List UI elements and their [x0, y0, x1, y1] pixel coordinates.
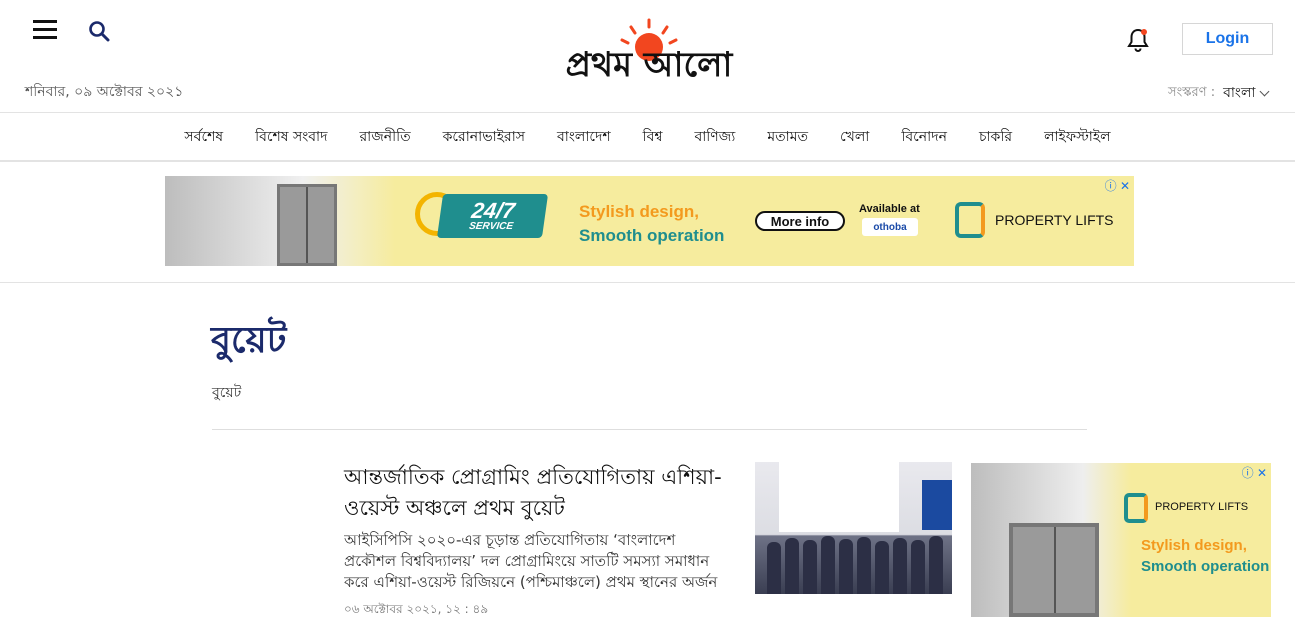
ad-lift-image [165, 176, 395, 266]
photo-person [857, 537, 871, 594]
ad-lift-image [971, 463, 1131, 617]
photo-person [785, 538, 799, 594]
top-ad-section: 24/7 SERVICE Stylish design, Smooth oper… [0, 162, 1295, 283]
photo-person [821, 536, 835, 594]
story-timestamp: ০৬ অক্টোবর ২০২১, ১২ : ৪৯ [344, 602, 489, 616]
nav-item-business[interactable]: বাণিজ্য [694, 125, 735, 149]
hamburger-menu-icon[interactable] [33, 20, 57, 40]
page-subtitle: বুয়েট [212, 385, 242, 401]
ad-brand-name: PROPERTY LIFTS [995, 212, 1114, 228]
section-divider [212, 429, 1087, 430]
page-title: বুয়েট [211, 320, 287, 361]
ad-available-at: Available at [859, 203, 920, 215]
search-icon[interactable] [88, 20, 110, 42]
top-ad-banner[interactable]: 24/7 SERVICE Stylish design, Smooth oper… [165, 176, 1134, 266]
nav-item-opinion[interactable]: মতামত [767, 125, 808, 149]
edition-value[interactable]: বাংলা [1223, 81, 1255, 105]
chevron-down-icon[interactable] [1260, 86, 1270, 96]
ad-close-icon[interactable]: ⓘ ✕ [1242, 464, 1267, 481]
property-lifts-logo-icon [1124, 493, 1148, 523]
side-ad-slogan: Stylish design, Smooth operation [1141, 535, 1269, 577]
ad-slogan-line1: Stylish design, [579, 202, 699, 221]
ad-close-icon[interactable]: ⓘ ✕ [1105, 177, 1130, 194]
logo-text: প্রথম আলো [566, 45, 734, 82]
story-summary: আইসিপিসি ২০২০-এর চূড়ান্ত প্রতিযোগিতায় … [344, 531, 718, 591]
photo-person [929, 536, 943, 594]
property-lifts-logo-icon [955, 202, 985, 238]
nav-item-latest[interactable]: সর্বশেষ [184, 125, 223, 149]
side-ad-brand-name: PROPERTY LIFTS [1155, 501, 1249, 513]
ad-247-sub: SERVICE [468, 221, 514, 232]
notification-bell-icon[interactable] [1126, 27, 1150, 53]
photo-backdrop [922, 480, 952, 530]
side-ad-slogan-line1: Stylish design, [1141, 537, 1247, 554]
nav-item-special[interactable]: বিশেষ সংবাদ [255, 125, 327, 149]
side-ad-slogan-line2: Smooth operation [1141, 558, 1270, 575]
nav-item-world[interactable]: বিশ্ব [643, 125, 663, 149]
main-nav: সর্বশেষ বিশেষ সংবাদ রাজনীতি করোনাভাইরাস … [0, 113, 1295, 162]
nav-item-bangladesh[interactable]: বাংলাদেশ [557, 125, 611, 149]
nav-item-sports[interactable]: খেলা [840, 125, 869, 149]
story-image[interactable] [755, 462, 952, 594]
ad-more-info-button[interactable]: More info [755, 211, 845, 231]
elevator-door-icon [1009, 523, 1099, 617]
photo-banner [779, 462, 899, 532]
current-date: শনিবার, ০৯ অক্টোবর ২০২১ [25, 84, 184, 100]
ad-slogan: Stylish design, Smooth operation [579, 200, 724, 248]
edition-selector[interactable]: সংস্করণ : বাংলা [1168, 81, 1270, 105]
story-card[interactable]: আন্তর্জাতিক প্রোগ্রামিং প্রতিযোগিতায় এশ… [344, 462, 724, 621]
ad-store-logo: othoba [862, 218, 918, 236]
photo-person [875, 541, 889, 594]
site-logo[interactable]: প্রথম আলো [518, 18, 780, 82]
photo-person [839, 539, 853, 594]
nav-item-entertainment[interactable]: বিনোদন [901, 125, 947, 149]
ad-slogan-line2: Smooth operation [579, 226, 725, 245]
photo-person [767, 542, 781, 594]
photo-person [911, 540, 925, 594]
nav-item-lifestyle[interactable]: লাইফস্টাইল [1044, 125, 1111, 149]
edition-label: সংস্করণ : [1168, 84, 1216, 100]
site-header: শনিবার, ০৯ অক্টোবর ২০২১ প্রথম আলো Login … [0, 0, 1295, 113]
elevator-door-icon [277, 184, 337, 266]
nav-item-politics[interactable]: রাজনীতি [359, 125, 410, 149]
ad-247-badge: 24/7 SERVICE [436, 194, 549, 238]
photo-person [803, 540, 817, 594]
story-headline[interactable]: আন্তর্জাতিক প্রোগ্রামিং প্রতিযোগিতায় এশ… [344, 462, 724, 524]
photo-person [893, 538, 907, 594]
sidebar-ad-banner[interactable]: PROPERTY LIFTS Stylish design, Smooth op… [971, 463, 1271, 617]
nav-item-coronavirus[interactable]: করোনাভাইরাস [443, 125, 525, 149]
ad-247-main: 24/7 [470, 198, 517, 223]
login-button[interactable]: Login [1182, 23, 1273, 55]
nav-item-jobs[interactable]: চাকরি [979, 125, 1012, 149]
